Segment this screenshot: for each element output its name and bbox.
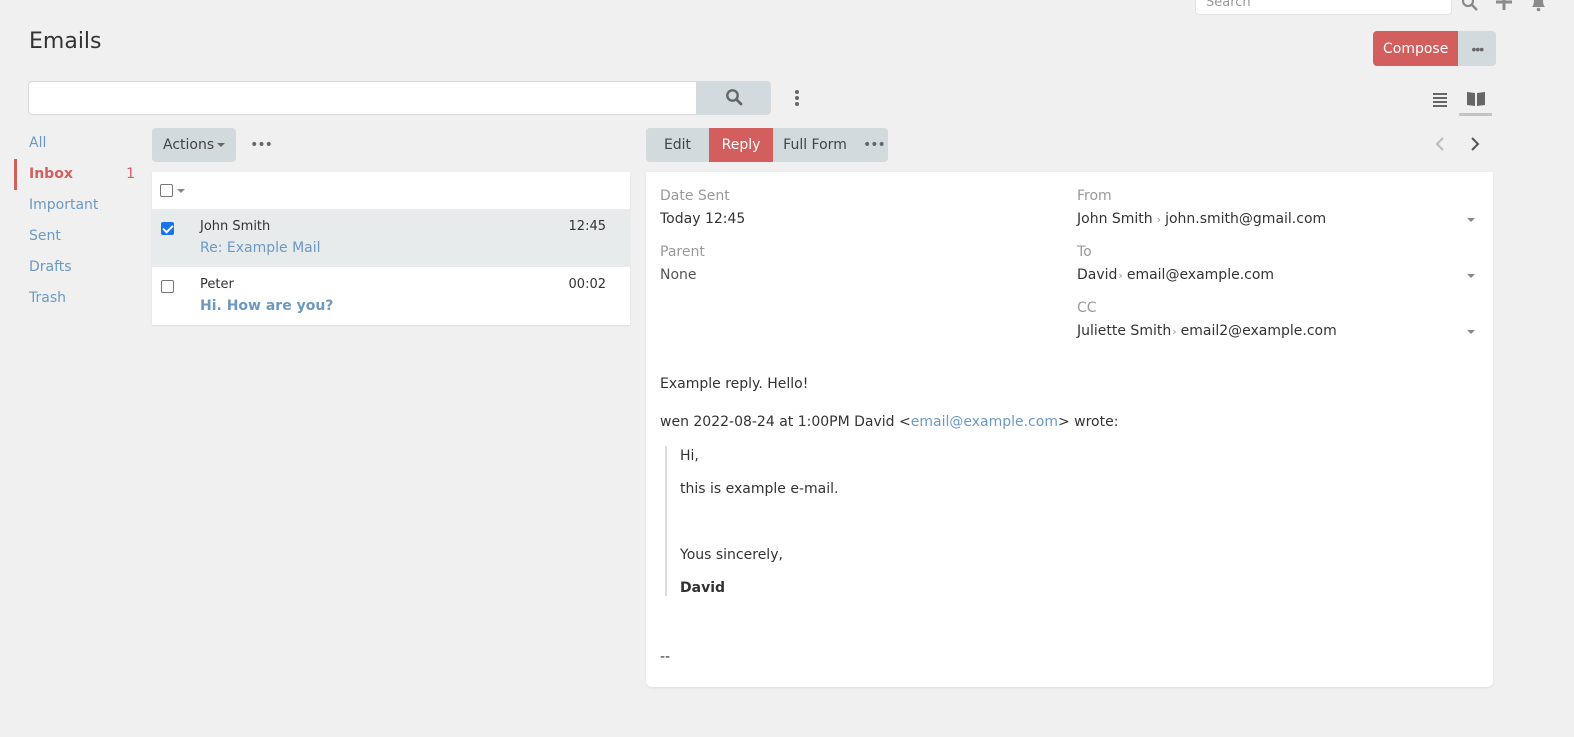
bell-icon[interactable]	[1530, 0, 1552, 17]
unread-count-badge: 1	[126, 166, 135, 182]
email-time: 00:02	[568, 277, 606, 292]
quote-line: Yous sincerely,	[680, 547, 783, 563]
to-name: David	[1077, 267, 1118, 283]
folder-label: Important	[29, 197, 99, 213]
email-search	[28, 81, 771, 115]
to-email: email@example.com	[1126, 267, 1275, 283]
from-value: John Smith › john.smith@gmail.com	[1077, 211, 1326, 227]
folder-sidebar: All Inbox 1 Important Sent Drafts Trash	[14, 128, 138, 314]
quote-signature: David	[680, 580, 726, 596]
folder-label: Sent	[29, 228, 61, 244]
chevron-right-icon: ›	[1156, 213, 1162, 226]
split-view-icon[interactable]	[1459, 84, 1492, 116]
email-signature: --	[660, 649, 671, 665]
row-checkbox[interactable]	[161, 280, 174, 293]
previous-record-icon[interactable]	[1430, 134, 1450, 154]
from-name: John Smith	[1077, 211, 1153, 227]
filter-menu-icon[interactable]	[790, 88, 804, 108]
global-search-input[interactable]: Search	[1195, 0, 1452, 15]
email-detail: Date Sent Today 12:45 Parent None From J…	[646, 172, 1493, 687]
full-form-button[interactable]: Full Form	[773, 128, 857, 162]
plus-icon[interactable]	[1496, 0, 1512, 15]
email-search-input[interactable]	[28, 81, 696, 115]
from-dropdown-icon[interactable]	[1467, 218, 1475, 222]
actions-label: Actions	[163, 137, 215, 153]
date-sent-label: Date Sent	[660, 188, 730, 204]
to-value: David› email@example.com	[1077, 267, 1274, 283]
quote-line: Hi,	[680, 448, 699, 464]
cc-value: Juliette Smith› email2@example.com	[1077, 323, 1337, 339]
list-actions-bar: Actions •••	[152, 128, 276, 162]
folder-trash[interactable]: Trash	[14, 283, 138, 314]
folder-label: Drafts	[29, 259, 72, 275]
search-icon[interactable]	[1461, 0, 1479, 17]
next-record-icon[interactable]	[1465, 134, 1485, 154]
select-all-checkbox[interactable]	[160, 184, 173, 197]
email-body-line: Example reply. Hello!	[660, 376, 809, 392]
quote-intro-prefix: wen 2022-08-24 at 1:00PM David <	[660, 414, 911, 430]
from-label: From	[1077, 188, 1112, 204]
compose-button-group: Compose •••	[1373, 31, 1497, 66]
edit-button[interactable]: Edit	[646, 128, 709, 162]
quoted-email-link[interactable]: email@example.com	[911, 414, 1058, 430]
folder-drafts[interactable]: Drafts	[14, 252, 138, 283]
quote-intro-suffix: > wrote:	[1057, 414, 1119, 430]
detail-toolbar: Edit Reply Full Form •••	[646, 128, 888, 162]
date-sent-value: Today 12:45	[660, 211, 746, 227]
parent-value: None	[660, 267, 697, 283]
detail-more-button[interactable]: •••	[857, 128, 888, 162]
list-view-icon[interactable]	[1427, 86, 1453, 110]
row-checkbox[interactable]	[161, 222, 174, 235]
email-row[interactable]: John Smith Re: Example Mail 12:45	[152, 209, 630, 267]
caret-down-icon	[217, 143, 226, 147]
more-actions-button[interactable]: •••	[1458, 31, 1497, 66]
email-list: John Smith Re: Example Mail 12:45 Peter …	[152, 172, 630, 325]
quote-line: this is example e-mail.	[680, 481, 839, 497]
compose-button[interactable]: Compose	[1373, 31, 1459, 66]
to-label: To	[1077, 244, 1092, 260]
cc-name: Juliette Smith	[1077, 323, 1172, 339]
email-sender: Peter	[200, 277, 234, 292]
folder-all[interactable]: All	[14, 128, 138, 159]
email-sender: John Smith	[200, 219, 271, 234]
actions-dropdown[interactable]: Actions	[152, 128, 237, 162]
from-email: john.smith@gmail.com	[1165, 211, 1327, 227]
cc-email: email2@example.com	[1180, 323, 1337, 339]
folder-important[interactable]: Important	[14, 190, 138, 221]
folder-inbox[interactable]: Inbox 1	[14, 159, 138, 190]
email-subject-link[interactable]: Re: Example Mail	[200, 240, 321, 256]
page-title: Emails	[29, 29, 102, 54]
cc-dropdown-icon[interactable]	[1467, 330, 1475, 334]
folder-label: Trash	[29, 290, 66, 306]
select-dropdown-icon[interactable]	[177, 188, 185, 193]
list-more-button[interactable]: •••	[246, 137, 276, 153]
email-row[interactable]: Peter Hi. How are you? 00:02	[152, 267, 630, 325]
chevron-right-icon: ›	[1172, 325, 1177, 338]
search-icon	[725, 88, 743, 109]
folder-label: Inbox	[29, 166, 73, 182]
parent-label: Parent	[660, 244, 705, 260]
folder-sent[interactable]: Sent	[14, 221, 138, 252]
cc-label: CC	[1077, 300, 1097, 316]
reply-button[interactable]: Reply	[709, 128, 773, 162]
email-subject-link[interactable]: Hi. How are you?	[200, 298, 333, 314]
list-header	[152, 172, 630, 209]
quoted-message: Hi, this is example e-mail. Yous sincere…	[665, 446, 838, 596]
quote-intro: wen 2022-08-24 at 1:00PM David <email@ex…	[660, 414, 1118, 430]
email-time: 12:45	[568, 219, 606, 234]
search-button[interactable]	[696, 81, 771, 115]
chevron-right-icon: ›	[1118, 269, 1123, 282]
folder-label: All	[29, 135, 47, 151]
to-dropdown-icon[interactable]	[1467, 274, 1475, 278]
